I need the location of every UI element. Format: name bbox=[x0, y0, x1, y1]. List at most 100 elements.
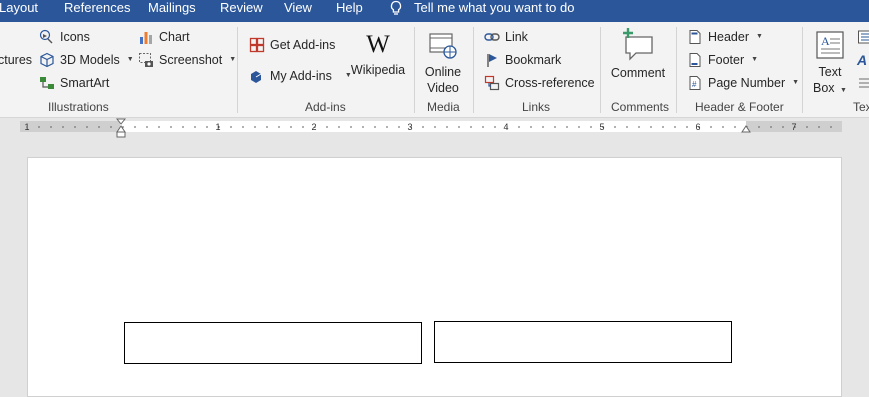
link-icon bbox=[484, 29, 500, 45]
text-box-label-1: Text bbox=[810, 64, 850, 80]
comment-button[interactable]: Comment bbox=[606, 27, 670, 81]
footer-label: Footer bbox=[708, 52, 744, 68]
online-video-button[interactable]: Online Video bbox=[418, 30, 468, 96]
header-button[interactable]: Header ▼ bbox=[687, 29, 763, 45]
comment-icon bbox=[606, 27, 670, 65]
chevron-down-icon: ▼ bbox=[792, 75, 799, 91]
chart-label: Chart bbox=[159, 29, 190, 45]
3d-models-label: 3D Models bbox=[60, 52, 120, 68]
quick-parts-button[interactable] bbox=[857, 29, 869, 45]
icons-icon bbox=[39, 29, 55, 45]
my-add-ins-button[interactable]: My Add-ins ▼ bbox=[249, 68, 352, 84]
media-group-label: Media bbox=[427, 100, 460, 114]
header-footer-group-label: Header & Footer bbox=[695, 100, 784, 114]
document-page[interactable] bbox=[27, 157, 842, 397]
links-group-label: Links bbox=[522, 100, 550, 114]
get-add-ins-button[interactable]: Get Add-ins bbox=[249, 37, 335, 53]
ruler-number: 7 bbox=[791, 122, 796, 132]
footer-icon bbox=[687, 52, 703, 68]
horizontal-ruler[interactable]: 1 1 2 3 4 5 6 7 bbox=[0, 118, 869, 138]
ruler-graphic: 1 1 2 3 4 5 6 7 bbox=[0, 118, 869, 138]
comments-group-label: Comments bbox=[611, 100, 669, 114]
page-number-button[interactable]: # Page Number ▼ bbox=[687, 75, 799, 91]
icons-button[interactable]: Icons bbox=[39, 29, 90, 45]
text-box-right[interactable] bbox=[434, 321, 732, 363]
smartart-label: SmartArt bbox=[60, 75, 109, 91]
drop-cap-button[interactable] bbox=[857, 75, 869, 91]
quick-parts-icon bbox=[857, 29, 869, 45]
footer-button[interactable]: Footer ▼ bbox=[687, 52, 758, 68]
chevron-down-icon: ▼ bbox=[751, 52, 758, 68]
chevron-down-icon: ▼ bbox=[756, 29, 763, 45]
tab-layout[interactable]: Layout bbox=[0, 0, 38, 22]
screenshot-label: Screenshot bbox=[159, 52, 222, 68]
chevron-down-icon: ▼ bbox=[127, 52, 134, 68]
ruler-number: 1 bbox=[215, 122, 220, 132]
wordart-icon: A bbox=[857, 52, 867, 68]
wikipedia-label: Wikipedia bbox=[350, 62, 406, 78]
comment-label: Comment bbox=[606, 65, 670, 81]
chevron-down-icon: ▼ bbox=[229, 52, 236, 68]
bookmark-button[interactable]: Bookmark bbox=[484, 52, 561, 68]
icons-label: Icons bbox=[60, 29, 90, 45]
online-video-label-2: Video bbox=[418, 80, 468, 96]
tab-references[interactable]: References bbox=[64, 0, 130, 22]
add-in-icon bbox=[249, 68, 265, 84]
cross-reference-button[interactable]: Cross-reference bbox=[484, 75, 595, 91]
pictures-label: ctures bbox=[0, 52, 32, 68]
group-separator bbox=[237, 27, 238, 113]
tab-review[interactable]: Review bbox=[220, 0, 263, 22]
ruler-number: 6 bbox=[695, 122, 700, 132]
bookmark-icon bbox=[484, 52, 500, 68]
text-box-icon: A bbox=[810, 30, 850, 64]
ribbon-tab-bar: Layout References Mailings Review View H… bbox=[0, 0, 869, 22]
add-ins-group-label: Add-ins bbox=[305, 100, 346, 114]
chevron-down-icon: ▼ bbox=[840, 87, 847, 94]
text-group-label: Tex bbox=[853, 100, 869, 114]
wikipedia-icon: W bbox=[350, 30, 406, 60]
link-label: Link bbox=[505, 29, 528, 45]
cube-icon bbox=[39, 52, 55, 68]
chart-button[interactable]: Chart bbox=[138, 29, 190, 45]
group-separator bbox=[676, 27, 677, 113]
tab-help[interactable]: Help bbox=[336, 0, 363, 22]
illustrations-group-label: Illustrations bbox=[48, 100, 109, 114]
link-button[interactable]: Link bbox=[484, 29, 528, 45]
svg-text:#: # bbox=[692, 80, 697, 89]
text-box-label-2: Box ▼ bbox=[810, 80, 850, 99]
text-box-label-2-text: Box bbox=[813, 81, 835, 95]
header-icon bbox=[687, 29, 703, 45]
cross-reference-label: Cross-reference bbox=[505, 75, 595, 91]
tell-me-box[interactable]: Tell me what you want to do bbox=[389, 0, 574, 22]
text-box-left[interactable] bbox=[124, 322, 422, 364]
tab-mailings[interactable]: Mailings bbox=[148, 0, 196, 22]
svg-text:A: A bbox=[821, 34, 830, 48]
left-indent-marker[interactable] bbox=[117, 132, 125, 137]
tab-view[interactable]: View bbox=[284, 0, 312, 22]
group-separator bbox=[802, 27, 803, 113]
bookmark-label: Bookmark bbox=[505, 52, 561, 68]
group-separator bbox=[414, 27, 415, 113]
ruler-number: 3 bbox=[407, 122, 412, 132]
text-box-button[interactable]: A Text Box ▼ bbox=[810, 30, 850, 99]
pictures-button[interactable]: ctures bbox=[0, 52, 32, 68]
online-video-icon bbox=[418, 30, 468, 64]
screenshot-icon bbox=[138, 52, 154, 68]
screenshot-button[interactable]: Screenshot ▼ bbox=[138, 52, 236, 68]
ruler-number: 4 bbox=[503, 122, 508, 132]
3d-models-button[interactable]: 3D Models ▼ bbox=[39, 52, 134, 68]
group-separator bbox=[600, 27, 601, 113]
ruler-number: 1 bbox=[24, 122, 29, 132]
bar-chart-icon bbox=[138, 29, 154, 45]
page-number-icon: # bbox=[687, 75, 703, 91]
smartart-button[interactable]: SmartArt bbox=[39, 75, 109, 91]
store-icon bbox=[249, 37, 265, 53]
tell-me-label: Tell me what you want to do bbox=[414, 0, 574, 22]
ruler-number: 5 bbox=[599, 122, 604, 132]
lightbulb-icon bbox=[389, 0, 403, 16]
group-separator bbox=[473, 27, 474, 113]
wikipedia-button[interactable]: W Wikipedia bbox=[350, 30, 406, 78]
wordart-button[interactable]: A bbox=[857, 52, 867, 68]
smartart-icon bbox=[39, 75, 55, 91]
page-number-label: Page Number bbox=[708, 75, 785, 91]
